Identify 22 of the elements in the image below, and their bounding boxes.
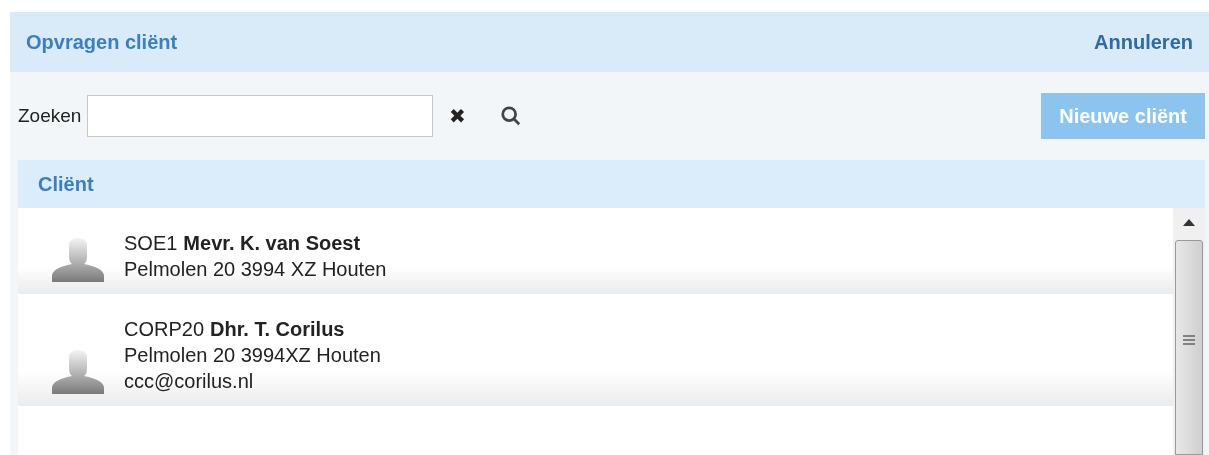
client-name: Dhr. T. Corilus — [210, 317, 345, 342]
client-row[interactable]: CORP20 Dhr. T. Corilus Pelmolen 20 3994XZ Houten ccc@corilus.nl — [18, 294, 1173, 406]
search-icon[interactable] — [500, 105, 523, 127]
page-title: Opvragen cliënt — [26, 30, 178, 55]
grip-icon — [1183, 335, 1195, 345]
client-row[interactable]: SOE1 Mevr. K. van Soest Pelmolen 20 3994 XZ Houten — [18, 208, 1173, 294]
column-title: Cliënt — [38, 172, 94, 197]
scroll-thumb[interactable] — [1175, 240, 1203, 455]
scroll-up-icon[interactable] — [1183, 218, 1195, 226]
client-detail: Pelmolen 20 3994 XZ Houten — [124, 257, 387, 282]
search-label: Zoeken — [18, 103, 82, 128]
person-icon — [50, 350, 106, 394]
scrollbar[interactable] — [1173, 208, 1205, 455]
cancel-link[interactable]: Annuleren — [1094, 27, 1193, 57]
person-icon — [50, 238, 106, 282]
client-code: SOE1 — [124, 231, 178, 256]
clear-button[interactable]: ✖ — [449, 106, 467, 126]
search-field[interactable] — [87, 95, 434, 137]
client-detail: Pelmolen 20 3994XZ Houten — [124, 343, 381, 368]
client-detail: ccc@corilus.nl — [124, 369, 255, 394]
client-code: CORP20 — [124, 317, 205, 342]
client-name: Mevr. K. van Soest — [183, 231, 361, 256]
